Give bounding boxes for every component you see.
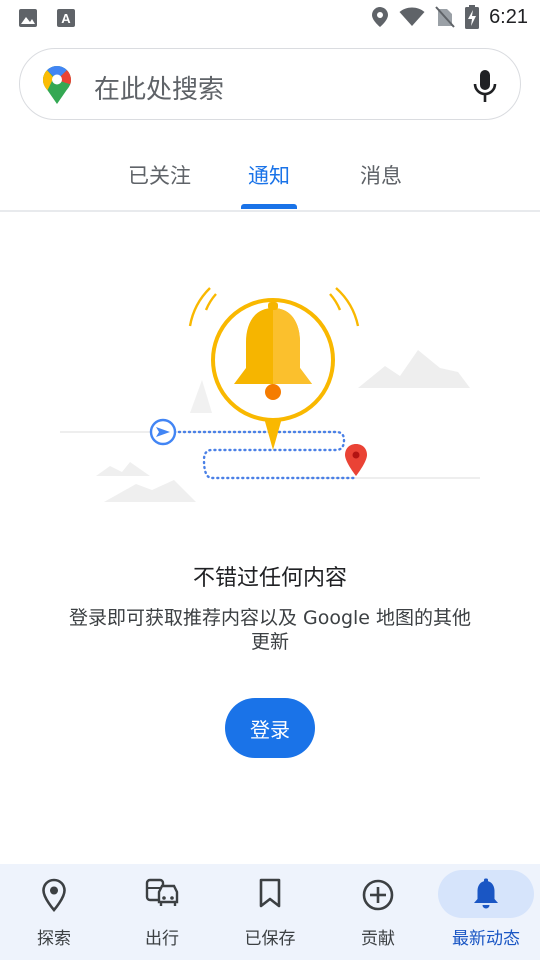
bell-bubble xyxy=(188,287,360,450)
nav-explore[interactable]: 探索 xyxy=(0,864,108,960)
nav-saved-label: 已保存 xyxy=(244,929,296,949)
search-bar[interactable]: 在此处搜索 xyxy=(19,48,521,120)
nav-contribute-label: 贡献 xyxy=(361,929,395,949)
nav-updates[interactable]: 最新动态 xyxy=(432,864,540,960)
nav-saved[interactable]: 已保存 xyxy=(216,864,324,960)
no-sim-icon xyxy=(435,6,455,28)
battery-charging-icon xyxy=(465,5,480,29)
destination-pin xyxy=(345,444,367,476)
mountain-left-small xyxy=(96,462,150,476)
bell-icon xyxy=(474,878,498,909)
bottom-navigation: 探索 出行 已保存 贡献 最新动态 xyxy=(0,864,540,960)
mic-icon[interactable] xyxy=(472,69,498,103)
tab-messages[interactable]: 消息 xyxy=(360,160,402,190)
status-bar-left-icons: A xyxy=(18,8,76,28)
search-input[interactable]: 在此处搜索 xyxy=(94,69,224,106)
tree-shape xyxy=(190,380,212,413)
status-bar-right-icons: 6:21 xyxy=(371,5,528,29)
active-tab-indicator xyxy=(241,204,297,209)
login-button[interactable]: 登录 xyxy=(225,698,315,758)
bell-notification-illustration xyxy=(60,287,480,502)
tab-followed[interactable]: 已关注 xyxy=(128,160,191,190)
tab-notifications[interactable]: 通知 xyxy=(248,160,290,190)
mountain-right xyxy=(358,350,470,388)
location-pin-icon xyxy=(42,878,66,912)
nav-commute[interactable]: 出行 xyxy=(108,864,216,960)
nav-commute-label: 出行 xyxy=(145,929,179,949)
wifi-icon xyxy=(399,7,425,26)
image-icon xyxy=(19,9,37,27)
tab-bar: 已关注 通知 消息 xyxy=(0,148,540,212)
empty-state-title: 不错过任何内容 xyxy=(192,566,347,591)
nav-updates-label: 最新动态 xyxy=(452,929,520,949)
google-maps-logo xyxy=(43,66,71,104)
location-icon xyxy=(372,7,389,27)
a-icon: A xyxy=(57,9,75,27)
status-time: 6:21 xyxy=(489,5,528,28)
bookmark-icon xyxy=(259,878,281,908)
mountain-left xyxy=(104,480,196,502)
nav-explore-label: 探索 xyxy=(37,929,71,949)
google-maps-updates-screen: A 6:21 在此处搜索 已关注 通知 消息 不错过任何内容 登录即可获取推荐内… xyxy=(0,0,540,960)
status-bar: A 6:21 xyxy=(0,0,540,36)
commute-icon xyxy=(145,878,179,906)
svg-text:A: A xyxy=(61,11,71,26)
add-circle-icon xyxy=(362,879,394,911)
empty-state-description: 登录即可获取推荐内容以及 Google 地图的其他更新 xyxy=(68,607,472,653)
nav-contribute[interactable]: 贡献 xyxy=(324,864,432,960)
